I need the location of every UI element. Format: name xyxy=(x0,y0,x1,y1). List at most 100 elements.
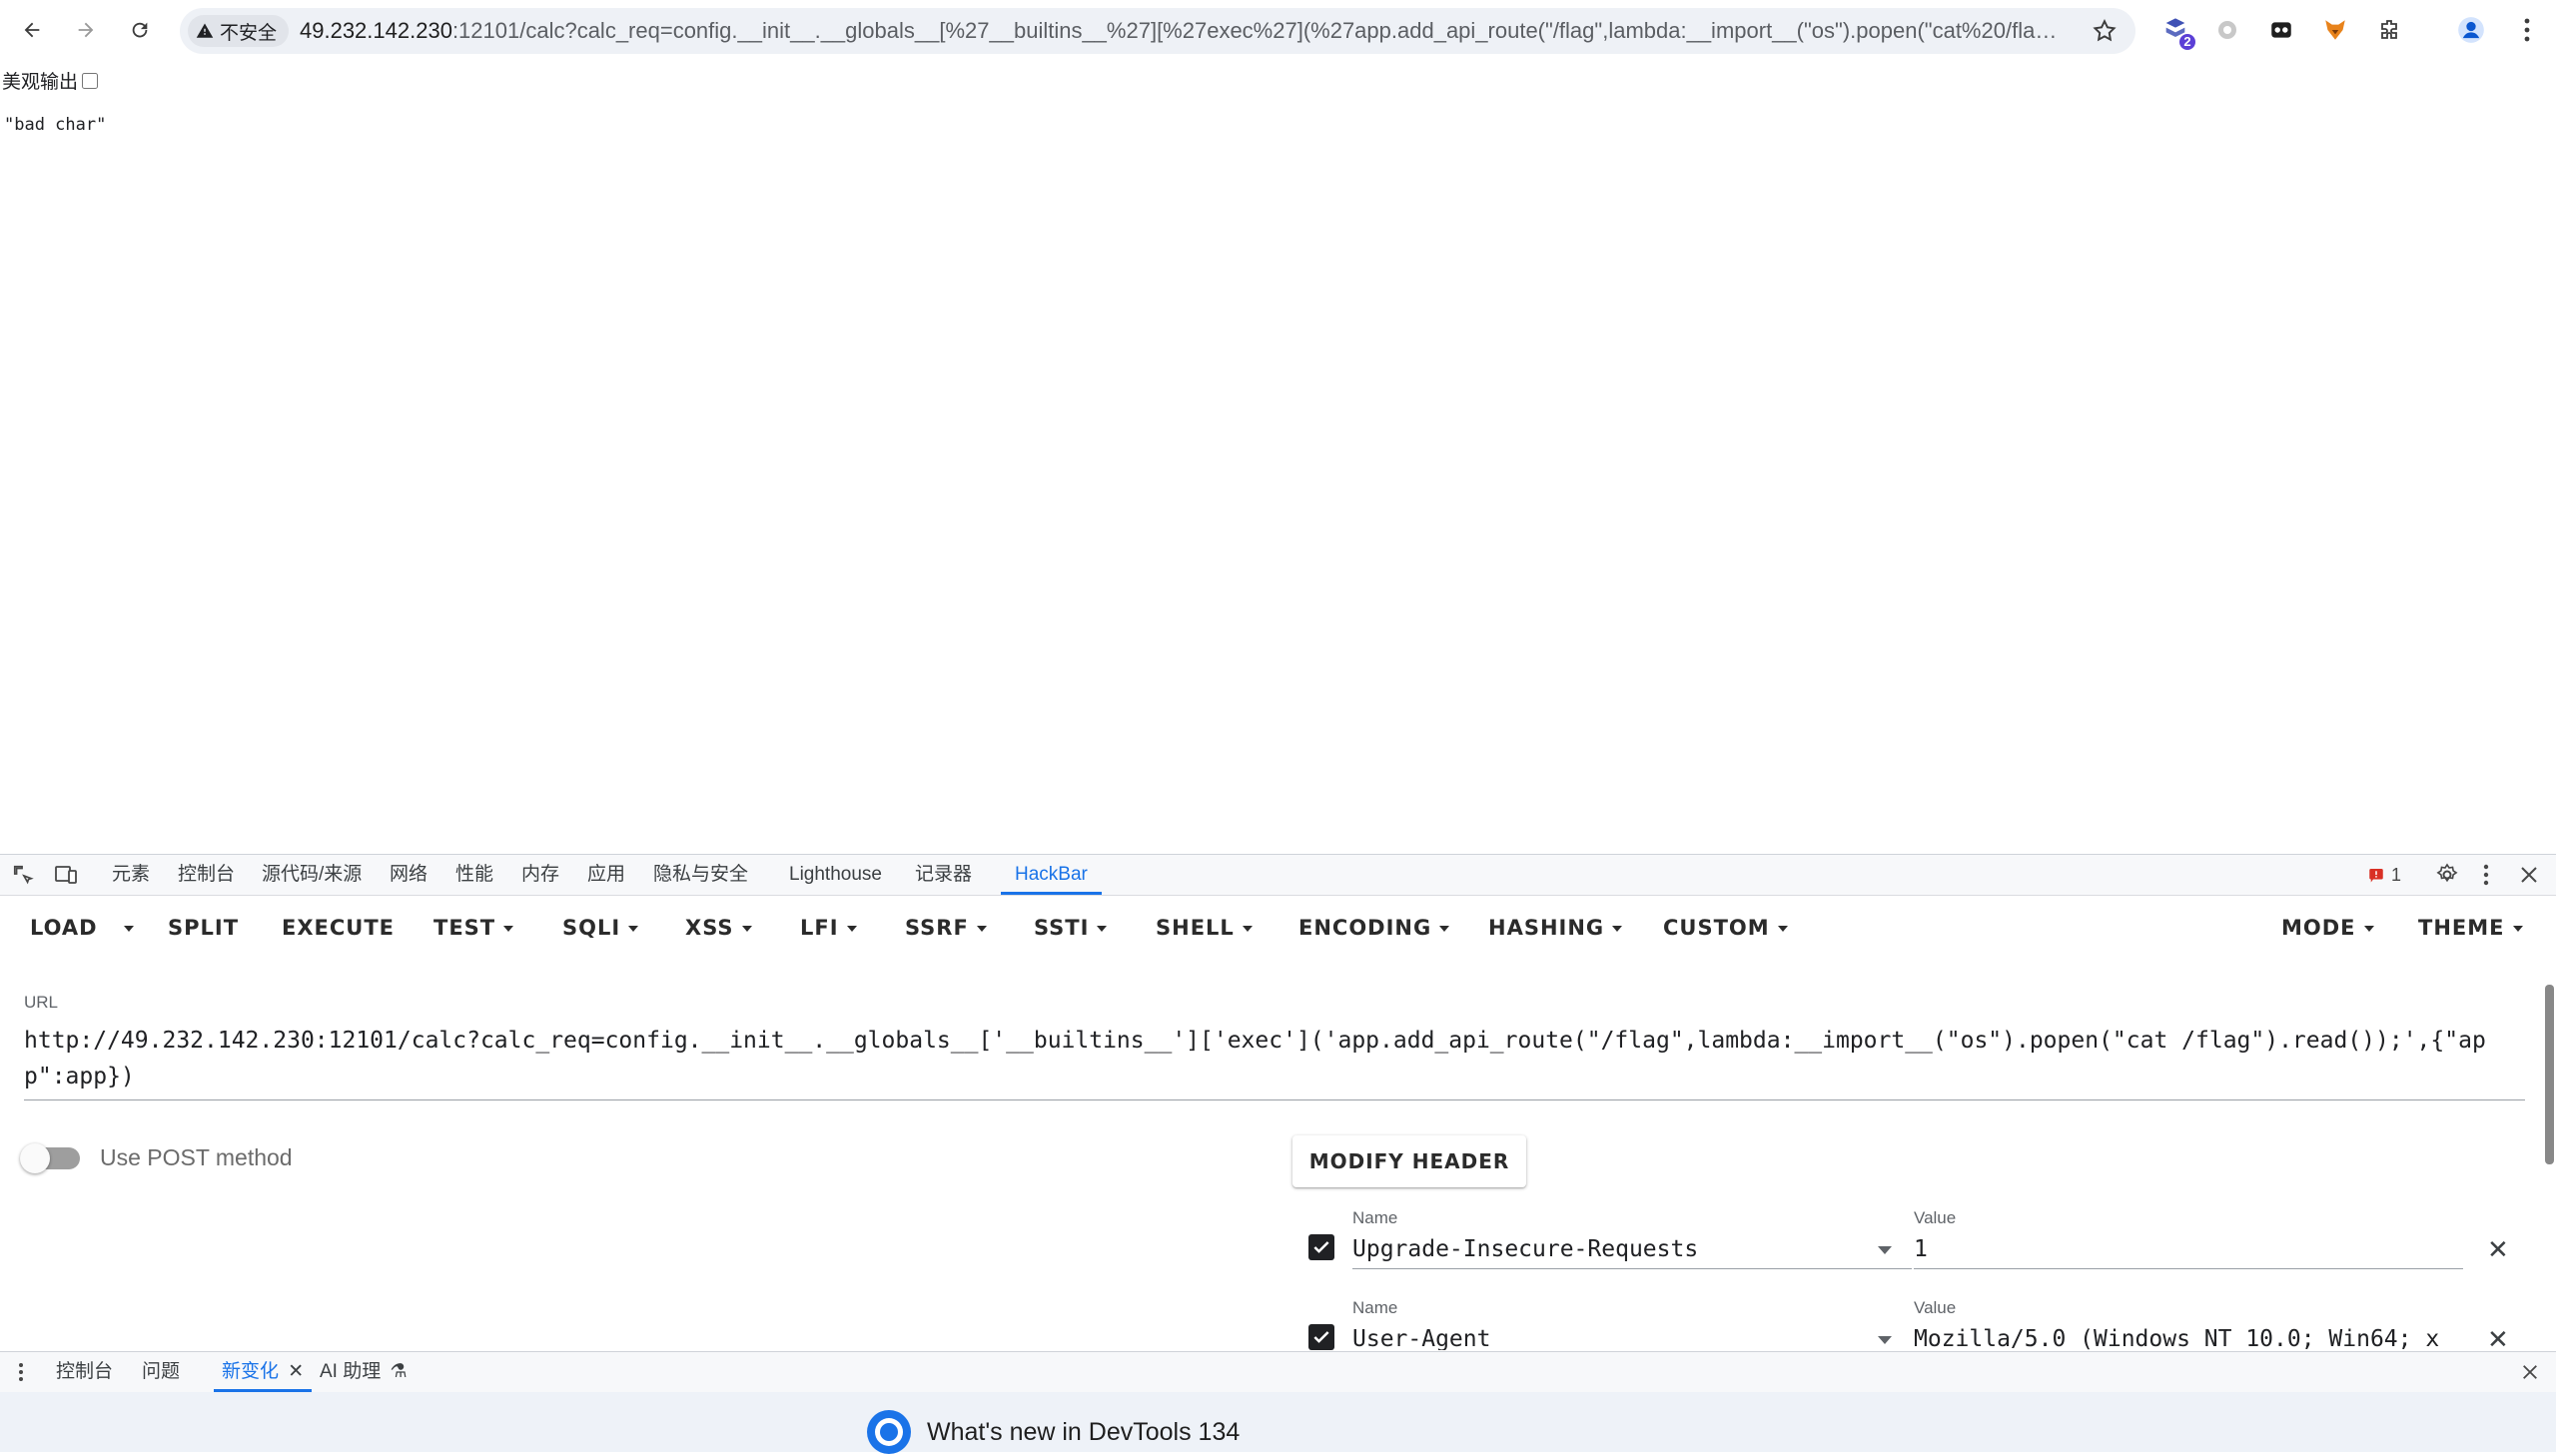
extension-shield-icon[interactable]: 2 xyxy=(2159,14,2195,50)
tab-network[interactable]: 网络 xyxy=(390,855,427,895)
tab-elements[interactable]: 元素 xyxy=(112,855,150,895)
tab-privacy-security[interactable]: 隐私与安全 xyxy=(653,855,748,895)
drawer-tab-whats-new[interactable]: 新变化 ✕ xyxy=(214,1352,313,1392)
devtools-menu-icon[interactable] xyxy=(2483,863,2489,887)
check-icon xyxy=(1313,1331,1329,1343)
page-viewport: 美观输出 "bad char" xyxy=(0,61,2556,854)
tab-hackbar[interactable]: HackBar xyxy=(1001,855,1102,895)
extension-badge: 2 xyxy=(2179,34,2195,50)
execute-button[interactable]: EXECUTE xyxy=(282,896,395,960)
browser-menu-icon[interactable] xyxy=(2511,14,2543,46)
theme-menu[interactable]: THEME xyxy=(2418,896,2523,960)
extensions-puzzle-icon[interactable] xyxy=(2373,14,2405,46)
drawer-tab-issues[interactable]: 问题 xyxy=(142,1352,180,1392)
header-value-input[interactable]: Mozilla/5.0 (Windows NT 10.0; Win64; x xyxy=(1914,1320,2463,1350)
chevron-down-icon xyxy=(2363,926,2374,932)
sqli-label: SQLI xyxy=(562,916,621,940)
chevron-down-icon xyxy=(1242,926,1253,932)
chevron-down-icon xyxy=(124,926,134,932)
inspect-element-icon[interactable] xyxy=(12,863,34,887)
split-button[interactable]: SPLIT xyxy=(168,896,239,960)
custom-menu[interactable]: CUSTOM xyxy=(1663,896,1788,960)
reload-icon xyxy=(132,22,148,38)
extension-fox-icon[interactable] xyxy=(2319,14,2351,46)
close-tab-icon[interactable]: ✕ xyxy=(288,1361,304,1382)
issue-flag-icon xyxy=(2369,869,2383,883)
encoding-menu[interactable]: ENCODING xyxy=(1298,896,1450,960)
url-field-underline xyxy=(24,1099,2525,1100)
devtools-close-icon[interactable] xyxy=(2519,863,2539,887)
address-bar[interactable]: 不安全 49.232.142.230:12101/calc?calc_req=c… xyxy=(180,8,2135,54)
header-name-input[interactable]: User-Agent xyxy=(1352,1320,1912,1350)
post-method-toggle[interactable]: Use POST method xyxy=(20,1142,293,1173)
drawer-tab-ai-label: AI 助理 xyxy=(320,1361,382,1382)
device-toggle-icon[interactable] xyxy=(54,863,78,887)
pretty-print-label: 美观输出 xyxy=(2,72,79,93)
tab-recorder[interactable]: 记录器 xyxy=(915,855,972,895)
back-button[interactable] xyxy=(14,12,50,48)
response-body: "bad char" xyxy=(4,115,107,135)
load-dropdown[interactable] xyxy=(116,896,134,960)
tab-memory[interactable]: 内存 xyxy=(521,855,559,895)
hashing-menu[interactable]: HASHING xyxy=(1488,896,1623,960)
shell-menu[interactable]: SHELL xyxy=(1156,896,1253,960)
issues-indicator[interactable]: 1 xyxy=(2367,863,2401,887)
extension-gear-icon[interactable] xyxy=(2211,14,2243,46)
header-name-dropdown-icon[interactable] xyxy=(1878,1246,1892,1254)
chevron-down-icon xyxy=(2512,926,2523,932)
ssrf-label: SSRF xyxy=(905,916,969,940)
tab-application[interactable]: 应用 xyxy=(587,855,625,895)
remove-header-icon[interactable]: ✕ xyxy=(2487,1234,2509,1265)
hackbar-scrollbar[interactable] xyxy=(2545,985,2554,1164)
test-menu[interactable]: TEST xyxy=(433,896,514,960)
security-chip[interactable]: 不安全 xyxy=(188,15,290,47)
ssti-menu[interactable]: SSTI xyxy=(1034,896,1108,960)
mode-menu[interactable]: MODE xyxy=(2281,896,2374,960)
arrow-left-icon xyxy=(24,22,40,38)
pretty-print-toggle[interactable]: 美观输出 xyxy=(2,67,99,94)
extension-glasses-icon[interactable] xyxy=(2265,14,2297,46)
mode-label: MODE xyxy=(2281,916,2356,940)
browser-toolbar: 不安全 49.232.142.230:12101/calc?calc_req=c… xyxy=(0,0,2556,62)
tab-console[interactable]: 控制台 xyxy=(178,855,235,895)
header-enabled-checkbox[interactable] xyxy=(1308,1324,1334,1350)
settings-gear-icon[interactable] xyxy=(2435,863,2459,887)
lfi-menu[interactable]: LFI xyxy=(800,896,857,960)
drawer-close-icon[interactable] xyxy=(2521,1360,2539,1384)
drawer-tab-ai-assistant[interactable]: AI 助理 ⚗ xyxy=(320,1352,408,1392)
pretty-print-checkbox[interactable] xyxy=(82,72,99,89)
ssrf-menu[interactable]: SSRF xyxy=(905,896,987,960)
theme-label: THEME xyxy=(2418,916,2505,940)
profile-avatar-icon[interactable] xyxy=(2455,14,2487,46)
warning-icon xyxy=(196,23,214,38)
shell-label: SHELL xyxy=(1156,916,1235,940)
load-button[interactable]: LOAD xyxy=(30,896,98,960)
toggle-track[interactable] xyxy=(20,1142,80,1173)
devtools-drawer-tabbar: 控制台 问题 新变化 ✕ AI 助理 ⚗ xyxy=(0,1351,2556,1393)
drawer-menu-icon[interactable] xyxy=(18,1360,24,1384)
header-value-label: Value xyxy=(1914,1298,1957,1317)
issues-count: 1 xyxy=(2391,864,2402,885)
url-display[interactable]: 49.232.142.230:12101/calc?calc_req=confi… xyxy=(300,8,2058,54)
devtools-tabbar: 元素 控制台 源代码/来源 网络 性能 内存 应用 隐私与安全 Lighthou… xyxy=(0,855,2556,896)
tab-performance[interactable]: 性能 xyxy=(455,855,493,895)
header-name-input[interactable]: Upgrade-Insecure-Requests xyxy=(1352,1230,1912,1269)
bookmark-star-icon[interactable] xyxy=(2092,18,2118,49)
header-value-label: Value xyxy=(1914,1208,1957,1227)
tab-sources[interactable]: 源代码/来源 xyxy=(262,855,362,895)
url-textarea[interactable]: http://49.232.142.230:12101/calc?calc_re… xyxy=(24,1023,2521,1094)
forward-button[interactable] xyxy=(68,12,104,48)
hashing-label: HASHING xyxy=(1488,916,1605,940)
reload-button[interactable] xyxy=(122,12,158,48)
arrow-right-icon xyxy=(78,22,94,38)
tab-lighthouse[interactable]: Lighthouse xyxy=(789,855,882,895)
header-value-input[interactable]: 1 xyxy=(1914,1230,2463,1269)
ssti-label: SSTI xyxy=(1034,916,1090,940)
drawer-tab-console[interactable]: 控制台 xyxy=(56,1352,113,1392)
sqli-menu[interactable]: SQLI xyxy=(562,896,639,960)
modify-header-button[interactable]: MODIFY HEADER xyxy=(1292,1135,1526,1187)
header-name-dropdown-icon[interactable] xyxy=(1878,1336,1892,1344)
xss-menu[interactable]: XSS xyxy=(685,896,752,960)
remove-header-icon[interactable]: ✕ xyxy=(2487,1324,2509,1350)
header-enabled-checkbox[interactable] xyxy=(1308,1234,1334,1260)
